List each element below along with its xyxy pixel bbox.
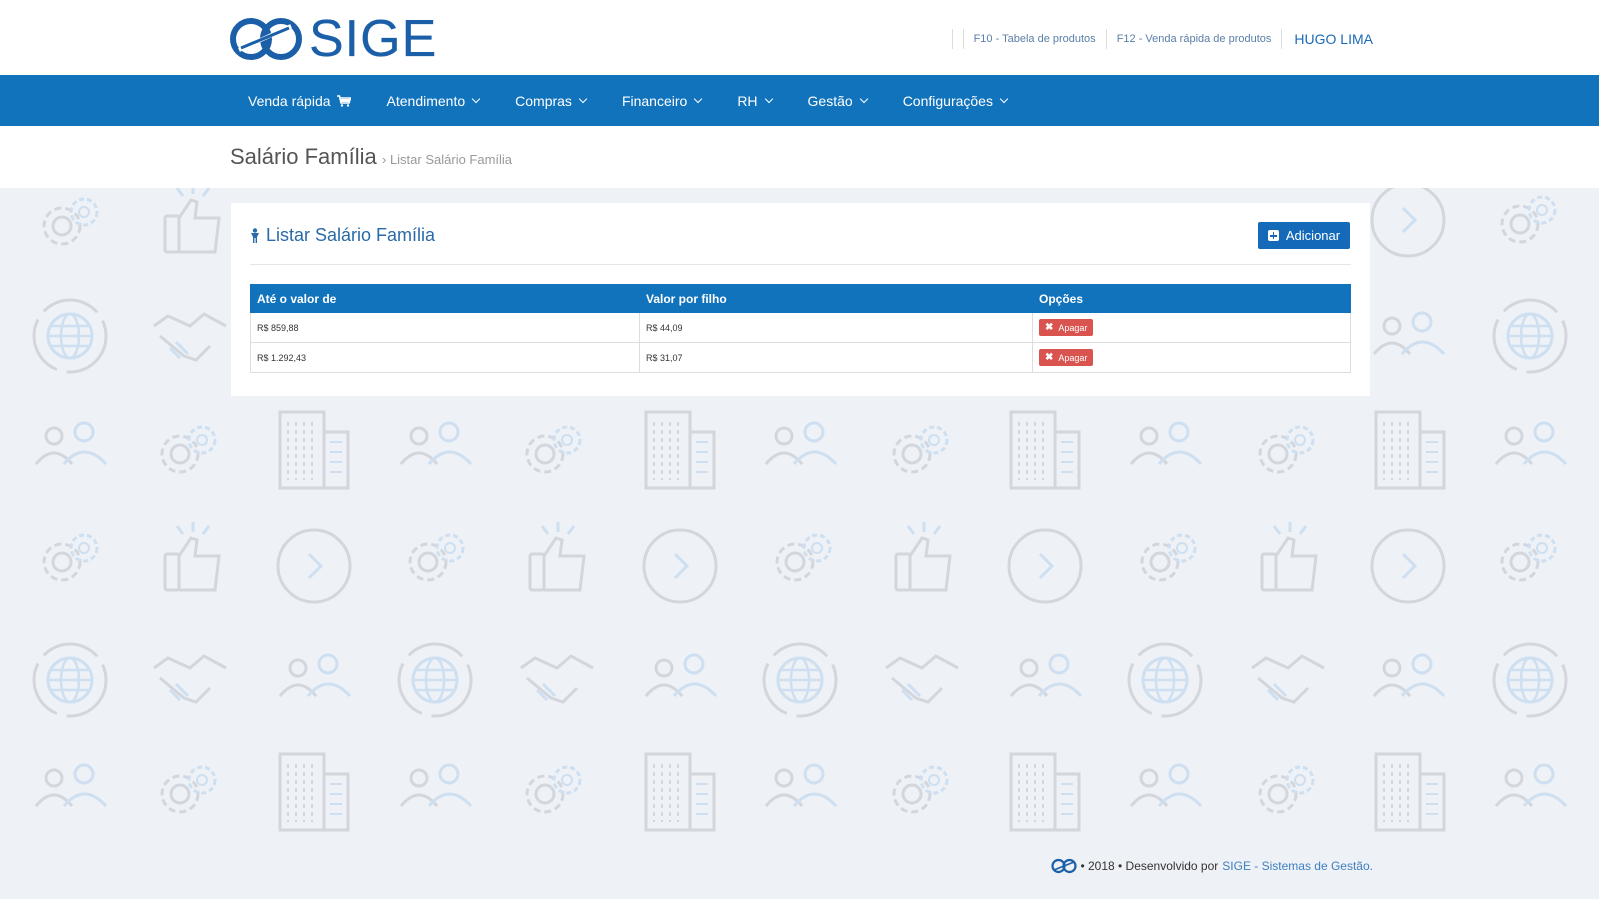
cart-icon (336, 94, 351, 107)
delete-label: Apagar (1058, 352, 1088, 363)
add-button-label: Adicionar (1285, 228, 1341, 243)
plus-square-icon (1267, 230, 1279, 241)
nav-atendimento[interactable]: Atendimento (369, 75, 498, 126)
nav-label: Gestão (807, 92, 853, 109)
delete-button[interactable]: ✖ Apagar (1039, 319, 1094, 336)
table-row: R$ 1.292,43 R$ 31,07 ✖ Apagar (250, 342, 1351, 373)
divider (951, 29, 953, 49)
nav-venda-rapida[interactable]: Venda rápida (230, 75, 369, 126)
nav-label: Compras (515, 92, 572, 109)
divider (250, 264, 1351, 265)
link-venda-rapida[interactable]: F12 - Venda rápida de produtos (1117, 33, 1272, 45)
footer: • 2018 • Desenvolvido por SIGE - Sistema… (1051, 858, 1373, 874)
close-icon: ✖ (1045, 322, 1054, 333)
close-icon: ✖ (1045, 352, 1054, 363)
nav-label: Configurações (902, 92, 993, 109)
footer-text: • 2018 • Desenvolvido por (1080, 859, 1219, 873)
user-menu[interactable]: HUGO LIMA (1294, 31, 1373, 47)
column-header: Valor por filho (639, 284, 1033, 313)
salario-familia-table: Até o valor de Valor por filho Opções R$… (250, 284, 1351, 373)
content-panel: Listar Salário Família Adicionar Até o v… (231, 203, 1370, 396)
table-row: R$ 859,88 R$ 44,09 ✖ Apagar (250, 312, 1351, 343)
delete-button[interactable]: ✖ Apagar (1039, 349, 1094, 366)
main-navbar: Venda rápida Atendimento Compras Finance… (0, 75, 1599, 126)
link-tabela-produtos[interactable]: F10 - Tabela de produtos (974, 33, 1096, 45)
top-links: F10 - Tabela de produtos F12 - Venda ráp… (942, 28, 1373, 50)
logo-text: SIGE (309, 10, 438, 68)
nav-financeiro[interactable]: Financeiro (604, 75, 719, 126)
infinity-logo-icon (1051, 858, 1078, 874)
add-button[interactable]: Adicionar (1258, 222, 1350, 249)
nav-label: Venda rápida (248, 92, 331, 109)
divider (1281, 29, 1283, 49)
chevron-down-icon (859, 94, 868, 103)
column-header: Opções (1032, 284, 1351, 313)
top-header: SIGE F10 - Tabela de produtos F12 - Vend… (0, 0, 1599, 75)
nav-configuracoes[interactable]: Configurações (885, 75, 1025, 126)
sige-logo[interactable]: SIGE (229, 10, 438, 68)
cell-valor-filho: R$ 44,09 (639, 312, 1033, 343)
panel-title-text: Listar Salário Família (266, 225, 436, 245)
panel-title: Listar Salário Família (250, 225, 435, 246)
nav-gestao[interactable]: Gestão (790, 75, 885, 126)
page-title: Salário Família (230, 144, 377, 169)
chevron-down-icon (999, 94, 1009, 103)
chevron-down-icon (471, 94, 481, 103)
delete-label: Apagar (1058, 322, 1088, 333)
table-header-row: Até o valor de Valor por filho Opções (250, 284, 1351, 313)
nav-compras[interactable]: Compras (497, 75, 604, 126)
nav-rh[interactable]: RH (719, 75, 789, 126)
cell-opcoes: ✖ Apagar (1032, 342, 1351, 373)
cell-opcoes: ✖ Apagar (1032, 312, 1351, 343)
nav-label: Atendimento (386, 92, 466, 109)
nav-label: Financeiro (621, 92, 688, 109)
chevron-down-icon (764, 94, 773, 103)
column-header: Até o valor de (250, 284, 640, 313)
footer-brand-link[interactable]: SIGE - Sistemas de Gestão. (1222, 859, 1373, 873)
chevron-down-icon (578, 94, 588, 103)
breadcrumb[interactable]: › Listar Salário Família (382, 152, 512, 167)
child-icon (251, 228, 259, 243)
divider (1105, 29, 1107, 49)
cell-valor-filho: R$ 31,07 (639, 342, 1033, 373)
chevron-down-icon (694, 94, 703, 103)
nav-label: RH (737, 92, 758, 109)
divider (962, 29, 964, 49)
cell-ate-valor: R$ 1.292,43 (250, 342, 640, 373)
cell-ate-valor: R$ 859,88 (250, 312, 640, 343)
infinity-logo-icon (230, 18, 302, 60)
title-bar: Salário Família › Listar Salário Família (0, 126, 1599, 188)
